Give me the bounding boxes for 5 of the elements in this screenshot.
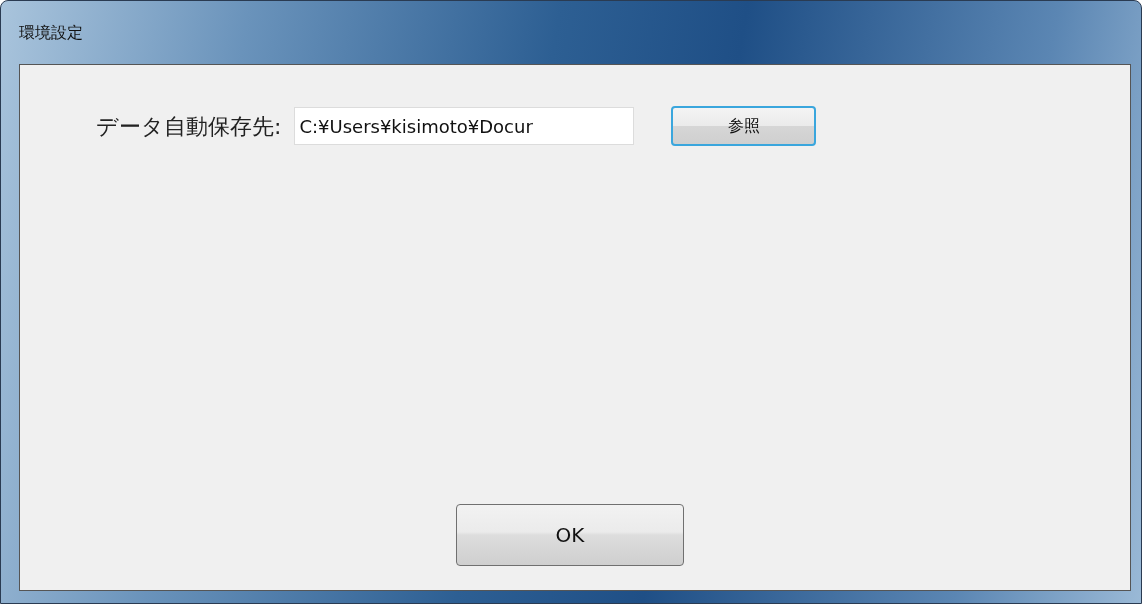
path-field[interactable]: C:¥Users¥kisimoto¥Docur bbox=[294, 107, 635, 145]
browse-button[interactable]: 参照 bbox=[671, 106, 817, 146]
field-label: データ自動保存先: bbox=[96, 112, 282, 141]
window-title: 環境設定 bbox=[19, 21, 83, 44]
ok-button[interactable]: OK bbox=[456, 504, 684, 566]
